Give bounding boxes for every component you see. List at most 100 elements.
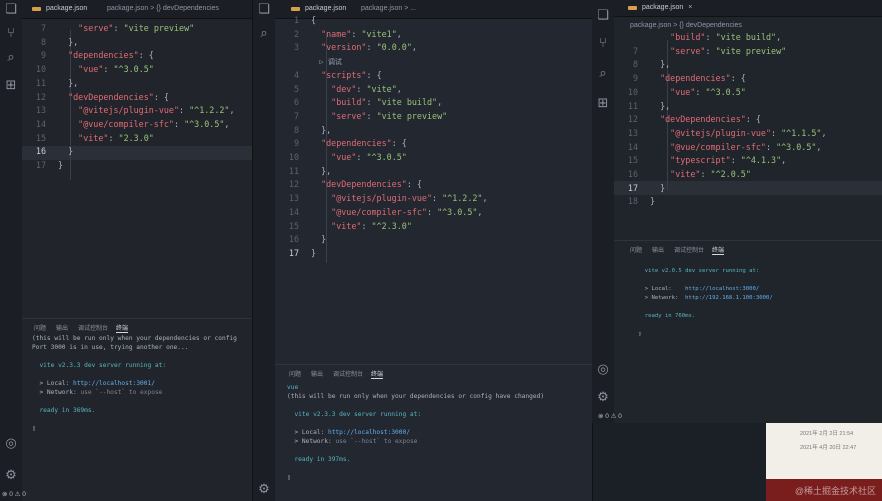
extensions-icon[interactable]: ⊞ — [595, 96, 611, 112]
line-number: 11 — [35, 77, 46, 88]
bottom-panel: 问题 输出 调试控制台 终端 (this will be run only when … — [22, 318, 252, 490]
code-line: "typescript": "^4.1.3", — [670, 155, 787, 166]
code-line: "vue": "^3.0.5" — [670, 86, 746, 97]
terminal-line: ▯ — [638, 331, 642, 337]
account-icon[interactable]: ◎ — [3, 436, 19, 452]
code-line: "@vitejs/plugin-vue": "^1.2.2", — [331, 193, 488, 204]
line-number: 18 — [627, 196, 638, 207]
code-line: "serve": "vite preview" — [670, 45, 787, 56]
tab-label: package.json — [305, 5, 347, 12]
line-number: 17 — [35, 160, 46, 170]
settings-gear-icon[interactable]: ⚙ — [256, 482, 272, 498]
terminal-output[interactable]: vite v2.0.5 dev server running at: > Loc… — [638, 267, 773, 339]
terminal-line: vite v2.0.5 dev server running at: — [638, 268, 760, 274]
source-control-icon[interactable]: ⑂ — [3, 26, 19, 42]
line-number: 8 — [293, 124, 299, 135]
code-line: "version": "0.0.0", — [321, 42, 417, 53]
files-icon[interactable]: ❏ — [256, 2, 272, 18]
code-line: } — [650, 196, 656, 207]
line-number: 10 — [288, 152, 299, 162]
search-icon[interactable]: ⌕ — [3, 50, 19, 66]
panel-tab[interactable]: 问题 — [630, 245, 642, 254]
tab-package-json[interactable]: package.json × — [622, 0, 698, 16]
current-line-highlight — [22, 146, 252, 160]
line-number: 4 — [293, 69, 299, 80]
settings-gear-icon[interactable]: ⚙ — [595, 390, 611, 406]
code-line: }, — [311, 124, 332, 135]
line-number: 9 — [293, 138, 299, 149]
tab-package-json[interactable]: package.json — [26, 0, 93, 18]
editor-window-middle: ❏ ⌕ ⚙ package.json package.json > ... 1 {… — [253, 0, 593, 501]
panel-tab[interactable]: 终端 — [371, 369, 384, 379]
terminal-output[interactable]: (this will be run only when your depende… — [32, 334, 237, 433]
files-icon[interactable]: ❏ — [595, 8, 611, 24]
terminal-line: > Local: http://localhost:3000/ — [287, 429, 410, 436]
terminal-line: ▯ — [32, 425, 36, 432]
line-number: 15 — [35, 132, 46, 143]
settings-gear-icon[interactable]: ⚙ — [3, 468, 19, 484]
background-photo: 2021年 2月 2日 21:54 2021年 4月 20日 22:47 @稀土… — [766, 423, 882, 501]
code-line: "vite": "^2.3.0" — [331, 220, 412, 231]
breadcrumb[interactable]: package.json > ... — [361, 3, 416, 15]
line-number: 10 — [627, 86, 638, 97]
terminal-line: Port 3000 is in use, trying another one.… — [32, 344, 189, 351]
terminal-line: > Network: http://192.168.1.100:3000/ — [638, 295, 773, 301]
activity-bar: ❏ ⌕ ⚙ — [253, 0, 275, 501]
line-number: 17 — [288, 247, 299, 258]
panel-tab[interactable]: 终端 — [712, 245, 725, 255]
line-number: 7 — [293, 110, 299, 121]
code-line: "devDependencies": { — [660, 114, 761, 125]
code-line: "@vue/compiler-sfc": "^3.0.5", — [78, 118, 230, 129]
files-icon[interactable]: ❏ — [3, 2, 19, 18]
code-line: } — [650, 182, 666, 193]
panel-tab[interactable]: 问题 — [34, 323, 46, 332]
panel-tab[interactable]: 调试控制台 — [78, 323, 108, 332]
status-bar: ⊗ 0 ⚠ 0 — [598, 411, 882, 423]
code-line: "vue": "^3.0.5" — [331, 152, 407, 162]
extensions-icon[interactable]: ⊞ — [3, 78, 19, 94]
panel-tab[interactable]: 输出 — [56, 323, 68, 332]
search-icon[interactable]: ⌕ — [595, 66, 611, 82]
line-number: 14 — [288, 206, 299, 217]
line-number: 15 — [627, 155, 638, 166]
activity-bar: ❏ ⑂ ⌕ ⊞ ◎ ⚙ — [0, 0, 22, 501]
panel-tab[interactable]: 调试控制台 — [333, 369, 363, 378]
line-number: 12 — [627, 114, 638, 125]
problems-count[interactable]: ⊗ 0 ⚠ 0 — [2, 491, 26, 498]
code-line: }, — [650, 100, 671, 111]
code-line: "name": "vite1", — [321, 28, 402, 39]
terminal-line: vite v2.3.3 dev server running at: — [287, 411, 422, 418]
line-number: 16 — [35, 146, 46, 157]
line-number: 14 — [35, 118, 46, 129]
tab-label: package.json — [642, 4, 684, 11]
code-line: } — [58, 146, 74, 157]
account-icon[interactable]: ◎ — [595, 362, 611, 378]
code-line: "serve": "vite preview" — [78, 23, 195, 33]
code-line: "@vitejs/plugin-vue": "^1.1.5", — [670, 127, 827, 138]
panel-tab[interactable]: 输出 — [311, 369, 323, 378]
line-number: 2 — [293, 28, 299, 39]
editor-tab-bar: package.json package.json > ... — [275, 0, 592, 19]
line-number: 1 — [293, 15, 299, 25]
panel-tab[interactable]: 问题 — [289, 369, 301, 378]
source-control-icon[interactable]: ⑂ — [595, 36, 611, 52]
editor-tab-bar: package.json package.json > {} devDepend… — [22, 0, 252, 19]
panel-tab[interactable]: 终端 — [116, 323, 129, 333]
code-line: "vite": "2.3.0" — [78, 132, 154, 143]
code-line: "@vue/compiler-sfc": "^3.0.5", — [670, 141, 822, 152]
search-icon[interactable]: ⌕ — [256, 26, 272, 42]
code-line: } — [311, 234, 327, 245]
terminal-output[interactable]: vue (this will be run only when your depe… — [287, 383, 544, 482]
breadcrumb[interactable]: package.json > {} devDependencies — [107, 3, 219, 15]
debug-codelens[interactable]: ▷ 调试 — [311, 55, 341, 70]
problems-count[interactable]: ⊗ 0 ⚠ 0 — [598, 413, 622, 420]
close-icon[interactable]: × — [688, 4, 692, 11]
panel-tab[interactable]: 调试控制台 — [674, 245, 704, 254]
code-line: }, — [650, 59, 671, 70]
panel-tab[interactable]: 输出 — [652, 245, 664, 254]
